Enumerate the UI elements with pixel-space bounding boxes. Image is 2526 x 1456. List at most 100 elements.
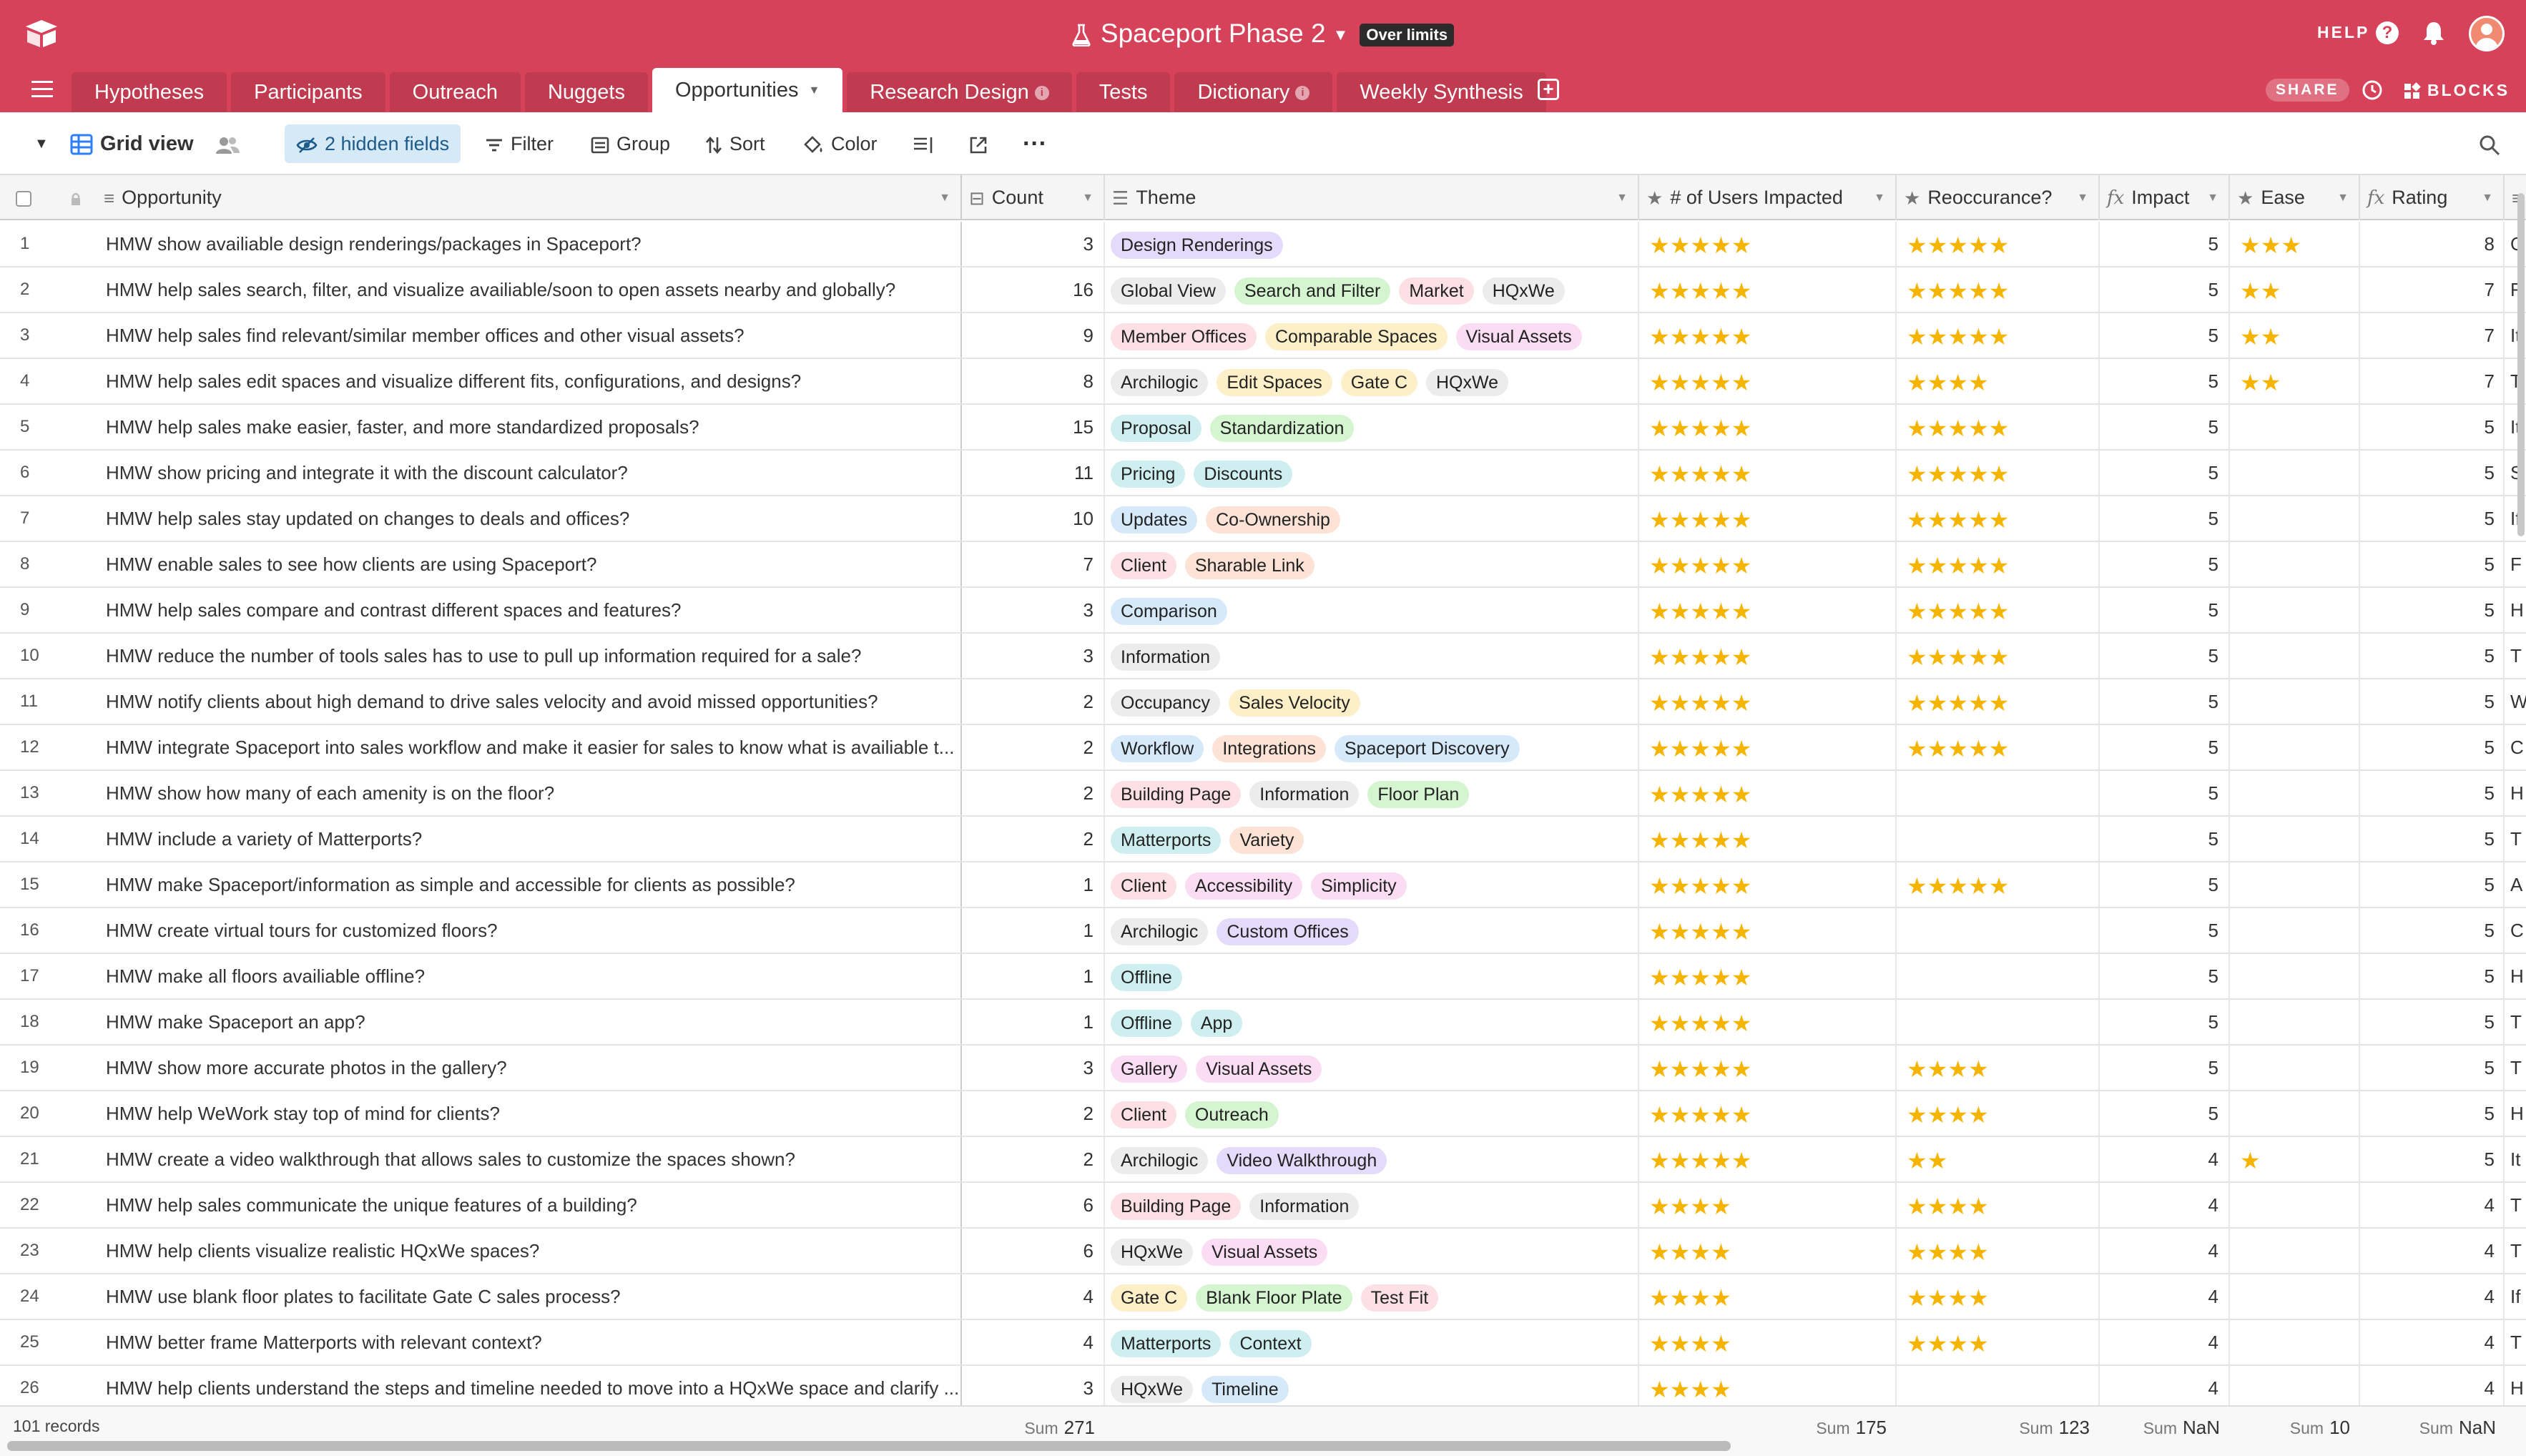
opportunity-cell[interactable]: HMW show more accurate photos in the gal… xyxy=(97,1046,962,1090)
help-icon[interactable]: ? xyxy=(2376,21,2399,44)
theme-cell[interactable]: Workflow Integrations Spaceport Discovery xyxy=(1105,725,1639,769)
theme-cell[interactable]: Archilogic Video Walkthrough xyxy=(1105,1137,1639,1181)
users-impacted-cell[interactable]: ★★★★★ xyxy=(1639,313,1897,358)
theme-cell[interactable]: Gallery Visual Assets xyxy=(1105,1046,1639,1090)
opportunity-cell[interactable]: HMW include a variety of Matterports? xyxy=(97,817,962,861)
impact-cell[interactable]: 5 xyxy=(2100,862,2230,907)
users-impacted-cell[interactable]: ★★★★★ xyxy=(1639,267,1897,312)
ease-cell[interactable] xyxy=(2230,1000,2360,1044)
sum-count[interactable]: Sum 271 xyxy=(962,1417,1095,1439)
reoccurance-cell[interactable]: ★★★★★ xyxy=(1897,267,2100,312)
reoccurance-cell[interactable]: ★★★★★ xyxy=(1897,679,2100,724)
reoccurance-cell[interactable]: ★★★★ xyxy=(1897,1183,2100,1227)
tab-opportunities[interactable]: Opportunities ▼ xyxy=(652,68,843,112)
users-impacted-cell[interactable]: ★★★★★ xyxy=(1639,222,1897,266)
opportunity-cell[interactable]: HMW help sales edit spaces and visualize… xyxy=(97,359,962,403)
reoccurance-cell[interactable] xyxy=(1897,1000,2100,1044)
truncated-cell[interactable]: It xyxy=(2505,1137,2526,1181)
tab-outreach[interactable]: Outreach xyxy=(389,72,521,112)
users-impacted-cell[interactable]: ★★★★★ xyxy=(1639,817,1897,861)
theme-cell[interactable]: Member Offices Comparable Spaces Visual As… xyxy=(1105,313,1639,358)
count-cell[interactable]: 3 xyxy=(962,1366,1105,1405)
table-row[interactable]: 13 HMW show how many of each amenity is o… xyxy=(0,771,2526,817)
ease-cell[interactable] xyxy=(2230,1183,2360,1227)
impact-cell[interactable]: 5 xyxy=(2100,725,2230,769)
truncated-cell[interactable]: If xyxy=(2505,1274,2526,1319)
truncated-cell[interactable]: H xyxy=(2505,588,2526,632)
sum-users-impacted[interactable]: Sum 175 xyxy=(1754,1417,1887,1439)
impact-cell[interactable]: 5 xyxy=(2100,359,2230,403)
impact-cell[interactable]: 5 xyxy=(2100,771,2230,815)
row-height-icon[interactable] xyxy=(913,124,941,163)
ease-cell[interactable] xyxy=(2230,1274,2360,1319)
table-row[interactable]: 18 HMW make Spaceport an app? 1 Offline App ★… xyxy=(0,1000,2526,1046)
count-cell[interactable]: 2 xyxy=(962,1137,1105,1181)
rating-cell[interactable]: 5 xyxy=(2360,817,2505,861)
rating-cell[interactable]: 5 xyxy=(2360,1091,2505,1136)
opportunity-cell[interactable]: HMW create a video walkthrough that allo… xyxy=(97,1137,962,1181)
table-row[interactable]: 14 HMW include a variety of Matterports? 2… xyxy=(0,817,2526,862)
column-header-theme[interactable]: ☰ Theme ▼ xyxy=(1105,175,1639,220)
blocks-button[interactable]: BLOCKS xyxy=(2403,79,2510,101)
column-menu-chevron-icon[interactable]: ▼ xyxy=(1874,175,1885,220)
impact-cell[interactable]: 4 xyxy=(2100,1137,2230,1181)
truncated-cell[interactable]: H xyxy=(2505,1091,2526,1136)
table-row[interactable]: 11 HMW notify clients about high demand t… xyxy=(0,679,2526,725)
filter-button[interactable]: Filter xyxy=(485,124,554,163)
vertical-scrollbar[interactable] xyxy=(2517,193,2525,536)
count-cell[interactable]: 3 xyxy=(962,1046,1105,1090)
users-impacted-cell[interactable]: ★★★★★ xyxy=(1639,954,1897,998)
column-menu-chevron-icon[interactable]: ▼ xyxy=(1082,175,1094,220)
over-limits-badge[interactable]: Over limits xyxy=(1360,24,1455,47)
truncated-cell[interactable]: T xyxy=(2505,1183,2526,1227)
column-menu-chevron-icon[interactable]: ▼ xyxy=(2482,175,2493,220)
rating-cell[interactable]: 4 xyxy=(2360,1366,2505,1405)
color-button[interactable]: Color xyxy=(804,124,878,163)
rating-cell[interactable]: 4 xyxy=(2360,1320,2505,1364)
add-table-plus-icon[interactable]: + xyxy=(1538,79,1559,100)
rating-cell[interactable]: 5 xyxy=(2360,679,2505,724)
view-switcher[interactable]: Grid view xyxy=(70,124,194,163)
users-impacted-cell[interactable]: ★★★★★ xyxy=(1639,771,1897,815)
opportunity-cell[interactable]: HMW show availiable design renderings/pa… xyxy=(97,222,962,266)
column-menu-chevron-icon[interactable]: ▼ xyxy=(939,175,950,220)
column-menu-chevron-icon[interactable]: ▼ xyxy=(2337,175,2349,220)
reoccurance-cell[interactable]: ★★ xyxy=(1897,1137,2100,1181)
table-row[interactable]: 12 HMW integrate Spaceport into sales wor… xyxy=(0,725,2526,771)
users-impacted-cell[interactable]: ★★★★★ xyxy=(1639,908,1897,953)
rating-cell[interactable]: 5 xyxy=(2360,908,2505,953)
count-cell[interactable]: 3 xyxy=(962,588,1105,632)
users-impacted-cell[interactable]: ★★★★ xyxy=(1639,1274,1897,1319)
count-cell[interactable]: 1 xyxy=(962,1000,1105,1044)
truncated-cell[interactable]: C xyxy=(2505,725,2526,769)
table-row[interactable]: 22 HMW help sales communicate the unique … xyxy=(0,1183,2526,1229)
ease-cell[interactable] xyxy=(2230,588,2360,632)
reoccurance-cell[interactable] xyxy=(1897,817,2100,861)
column-header-rating[interactable]: fx Rating ▼ xyxy=(2360,175,2505,220)
table-row[interactable]: 16 HMW create virtual tours for customize… xyxy=(0,908,2526,954)
truncated-cell[interactable]: H xyxy=(2505,954,2526,998)
theme-cell[interactable]: Archilogic Edit Spaces Gate C HQxWe xyxy=(1105,359,1639,403)
table-row[interactable]: 4 HMW help sales edit spaces and visualiz… xyxy=(0,359,2526,405)
truncated-cell[interactable]: W xyxy=(2505,679,2526,724)
ease-cell[interactable] xyxy=(2230,634,2360,678)
theme-cell[interactable]: Matterports Context xyxy=(1105,1320,1639,1364)
ease-cell[interactable] xyxy=(2230,954,2360,998)
column-header-count[interactable]: ⊟ Count ▼ xyxy=(962,175,1105,220)
users-impacted-cell[interactable]: ★★★★★ xyxy=(1639,588,1897,632)
truncated-cell[interactable]: T xyxy=(2505,634,2526,678)
users-impacted-cell[interactable]: ★★★★★ xyxy=(1639,542,1897,586)
reoccurance-cell[interactable]: ★★★★ xyxy=(1897,359,2100,403)
reoccurance-cell[interactable]: ★★★★★ xyxy=(1897,451,2100,495)
column-header-impact[interactable]: fx Impact ▼ xyxy=(2100,175,2230,220)
info-icon[interactable]: i xyxy=(1034,86,1049,101)
users-impacted-cell[interactable]: ★★★★★ xyxy=(1639,359,1897,403)
impact-cell[interactable]: 5 xyxy=(2100,817,2230,861)
count-cell[interactable]: 3 xyxy=(962,222,1105,266)
count-cell[interactable]: 2 xyxy=(962,725,1105,769)
reoccurance-cell[interactable] xyxy=(1897,908,2100,953)
reoccurance-cell[interactable]: ★★★★★ xyxy=(1897,542,2100,586)
tab-dictionary[interactable]: Dictionary i xyxy=(1174,72,1333,112)
truncated-cell[interactable]: C xyxy=(2505,908,2526,953)
count-cell[interactable]: 11 xyxy=(962,451,1105,495)
